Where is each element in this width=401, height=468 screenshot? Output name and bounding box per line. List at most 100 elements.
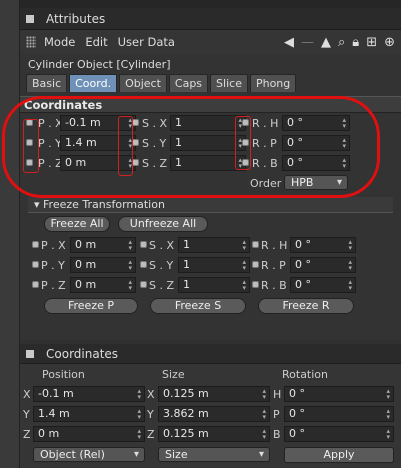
freeze-py-field[interactable]: 0 m ▴ ▾ — [70, 257, 136, 273]
tab-slice[interactable]: Slice — [210, 74, 248, 92]
keyframe-dot[interactable] — [242, 159, 249, 166]
freeze-sz-field[interactable]: 1 ▴ ▾ — [178, 277, 250, 293]
toolbar-icons: ◀ — ▲ ⌕ 🔒︎ ⊞ ⊕ — [284, 35, 401, 50]
panel-square-icon — [26, 349, 34, 358]
menu-edit[interactable]: Edit — [85, 35, 107, 49]
size-y-field[interactable]: 3.862 m ▴ ▾ — [158, 406, 270, 422]
rot-p-label: P — [273, 408, 280, 421]
pos-z-label: Z — [23, 428, 31, 441]
menu-user-data[interactable]: User Data — [118, 35, 175, 49]
py-field[interactable]: 1.4 m ▴ ▾ — [60, 135, 136, 151]
keyframe-dot[interactable] — [132, 119, 139, 126]
attributes-panel: Attributes Mode Edit User Data ◀ — ▲ ⌕ 🔒… — [2, 8, 401, 340]
keyframe-dot[interactable] — [140, 241, 147, 248]
keyframe-dot[interactable] — [252, 261, 259, 268]
rb-label: R . B — [252, 157, 278, 170]
size-x-label: X — [147, 388, 155, 401]
tab-object[interactable]: Object — [119, 74, 167, 92]
keyframe-dot[interactable] — [32, 241, 39, 248]
freeze-rp-field[interactable]: 0 ° ▴ ▾ — [290, 257, 356, 273]
up-arrow-icon[interactable]: ▲ — [321, 35, 331, 50]
grip-icon[interactable] — [26, 36, 36, 48]
freeze-p-button[interactable]: Freeze P — [44, 298, 138, 314]
rb-field[interactable]: 0 ° ▴ ▾ — [282, 155, 350, 171]
col-size: Size — [162, 368, 185, 381]
size-z-field[interactable]: 0.125 m ▴ ▾ — [158, 426, 270, 442]
new-panel-icon[interactable]: ⊞ — [366, 35, 377, 50]
coord-manager-row-3: Z 0 m ▴ ▾ Z 0.125 m ▴ ▾ B 0 ° ▴ ▾ — [20, 424, 401, 444]
freeze-px-label: P . X — [41, 239, 66, 252]
rot-h-field[interactable]: 0 ° ▴ ▾ — [284, 386, 394, 402]
rot-b-label: B — [273, 428, 281, 441]
freeze-section-header[interactable]: ▾ Freeze Transformation — [28, 197, 393, 213]
pz-field[interactable]: 0 m ▴ ▾ — [60, 155, 136, 171]
add-icon[interactable]: ⊕ — [384, 35, 395, 50]
unfreeze-all-button[interactable]: Unfreeze All — [118, 216, 208, 232]
sy-field[interactable]: 1 ▴ ▾ — [170, 135, 246, 151]
keyframe-dot[interactable] — [140, 261, 147, 268]
coord-manager-footer: Object (Rel) Size Apply — [20, 444, 401, 466]
col-position: Position — [42, 368, 85, 381]
coordinates-titlebar: Coordinates — [20, 344, 401, 364]
pos-y-field[interactable]: 1.4 m ▴ ▾ — [33, 406, 145, 422]
apply-button[interactable]: Apply — [284, 447, 394, 463]
freeze-rb-label: R . B — [261, 279, 287, 292]
keyframe-dot[interactable] — [252, 281, 259, 288]
freeze-rh-field[interactable]: 0 ° ▴ ▾ — [290, 237, 356, 253]
tab-phong[interactable]: Phong — [249, 74, 297, 92]
rp-field[interactable]: 0 ° ▴ ▾ — [282, 135, 350, 151]
keyframe-dot[interactable] — [140, 281, 147, 288]
keyframe-dot[interactable] — [242, 119, 249, 126]
pos-z-field[interactable]: 0 m ▴ ▾ — [33, 426, 145, 442]
sz-field[interactable]: 1 ▴ ▾ — [170, 155, 246, 171]
back-arrow-icon[interactable]: ◀ — [284, 35, 294, 50]
search-icon[interactable]: ⌕ — [338, 35, 345, 50]
coord-row-3: P . Z 0 m ▴ ▾ S . Z 1 ▴ ▾ R . B 0 ° ▴ ▾ — [20, 153, 401, 173]
pos-y-label: Y — [23, 408, 30, 421]
keyframe-dot[interactable] — [32, 261, 39, 268]
rot-b-field[interactable]: 0 ° ▴ ▾ — [284, 426, 394, 442]
keyframe-dot[interactable] — [26, 139, 33, 146]
freeze-sx-field[interactable]: 1 ▴ ▾ — [178, 237, 250, 253]
forward-arrow-icon[interactable]: — — [301, 35, 314, 50]
freeze-rb-field[interactable]: 0 ° ▴ ▾ — [290, 277, 356, 293]
freeze-r-button[interactable]: Freeze R — [258, 298, 354, 314]
px-field[interactable]: -0.1 m ▴ ▾ — [60, 115, 136, 131]
tab-caps[interactable]: Caps — [168, 74, 209, 92]
object-label: Cylinder Object [Cylinder] — [28, 57, 171, 71]
freeze-sy-label: S . Y — [149, 259, 174, 272]
keyframe-dot[interactable] — [132, 139, 139, 146]
freeze-sy-field[interactable]: 1 ▴ ▾ — [178, 257, 250, 273]
rh-field[interactable]: 0 ° ▴ ▾ — [282, 115, 350, 131]
lock-icon[interactable]: 🔒︎ — [352, 35, 359, 50]
rot-p-field[interactable]: 0 ° ▴ ▾ — [284, 406, 394, 422]
size-mode-dropdown[interactable]: Size — [158, 447, 270, 462]
tab-basic[interactable]: Basic — [26, 74, 68, 92]
keyframe-dot[interactable] — [252, 241, 259, 248]
coordinates-manager-panel: Coordinates Position Size Rotation X -0.… — [20, 344, 401, 468]
order-dropdown[interactable]: HPB — [284, 175, 348, 190]
coord-manager-row-1: X -0.1 m ▴ ▾ X 0.125 m ▴ ▾ H 0 ° ▴ ▾ — [20, 384, 401, 404]
size-z-label: Z — [147, 428, 155, 441]
freeze-rh-label: R . H — [261, 239, 288, 252]
keyframe-dot[interactable] — [242, 139, 249, 146]
order-row: Order HPB — [20, 173, 401, 193]
keyframe-dot[interactable] — [26, 119, 33, 126]
sy-label: S . Y — [142, 137, 167, 150]
freeze-all-button[interactable]: Freeze All — [44, 216, 110, 232]
size-x-field[interactable]: 0.125 m ▴ ▾ — [158, 386, 270, 402]
pos-x-field[interactable]: -0.1 m ▴ ▾ — [33, 386, 145, 402]
mode-dropdown[interactable]: Object (Rel) — [33, 447, 145, 462]
px-label: P . X — [38, 117, 63, 130]
pz-label: P . Z — [38, 157, 63, 170]
keyframe-dot[interactable] — [132, 159, 139, 166]
sx-field[interactable]: 1 ▴ ▾ — [170, 115, 246, 131]
freeze-s-button[interactable]: Freeze S — [150, 298, 246, 314]
menu-mode[interactable]: Mode — [44, 35, 75, 49]
coord-row-1: P . X -0.1 m ▴ ▾ S . X 1 ▴ ▾ R . H 0 ° ▴ ▾ — [20, 113, 401, 133]
freeze-px-field[interactable]: 0 m ▴ ▾ — [70, 237, 136, 253]
keyframe-dot[interactable] — [32, 281, 39, 288]
tab-coord[interactable]: Coord. — [69, 74, 118, 92]
keyframe-dot[interactable] — [26, 159, 33, 166]
freeze-pz-field[interactable]: 0 m ▴ ▾ — [70, 277, 136, 293]
